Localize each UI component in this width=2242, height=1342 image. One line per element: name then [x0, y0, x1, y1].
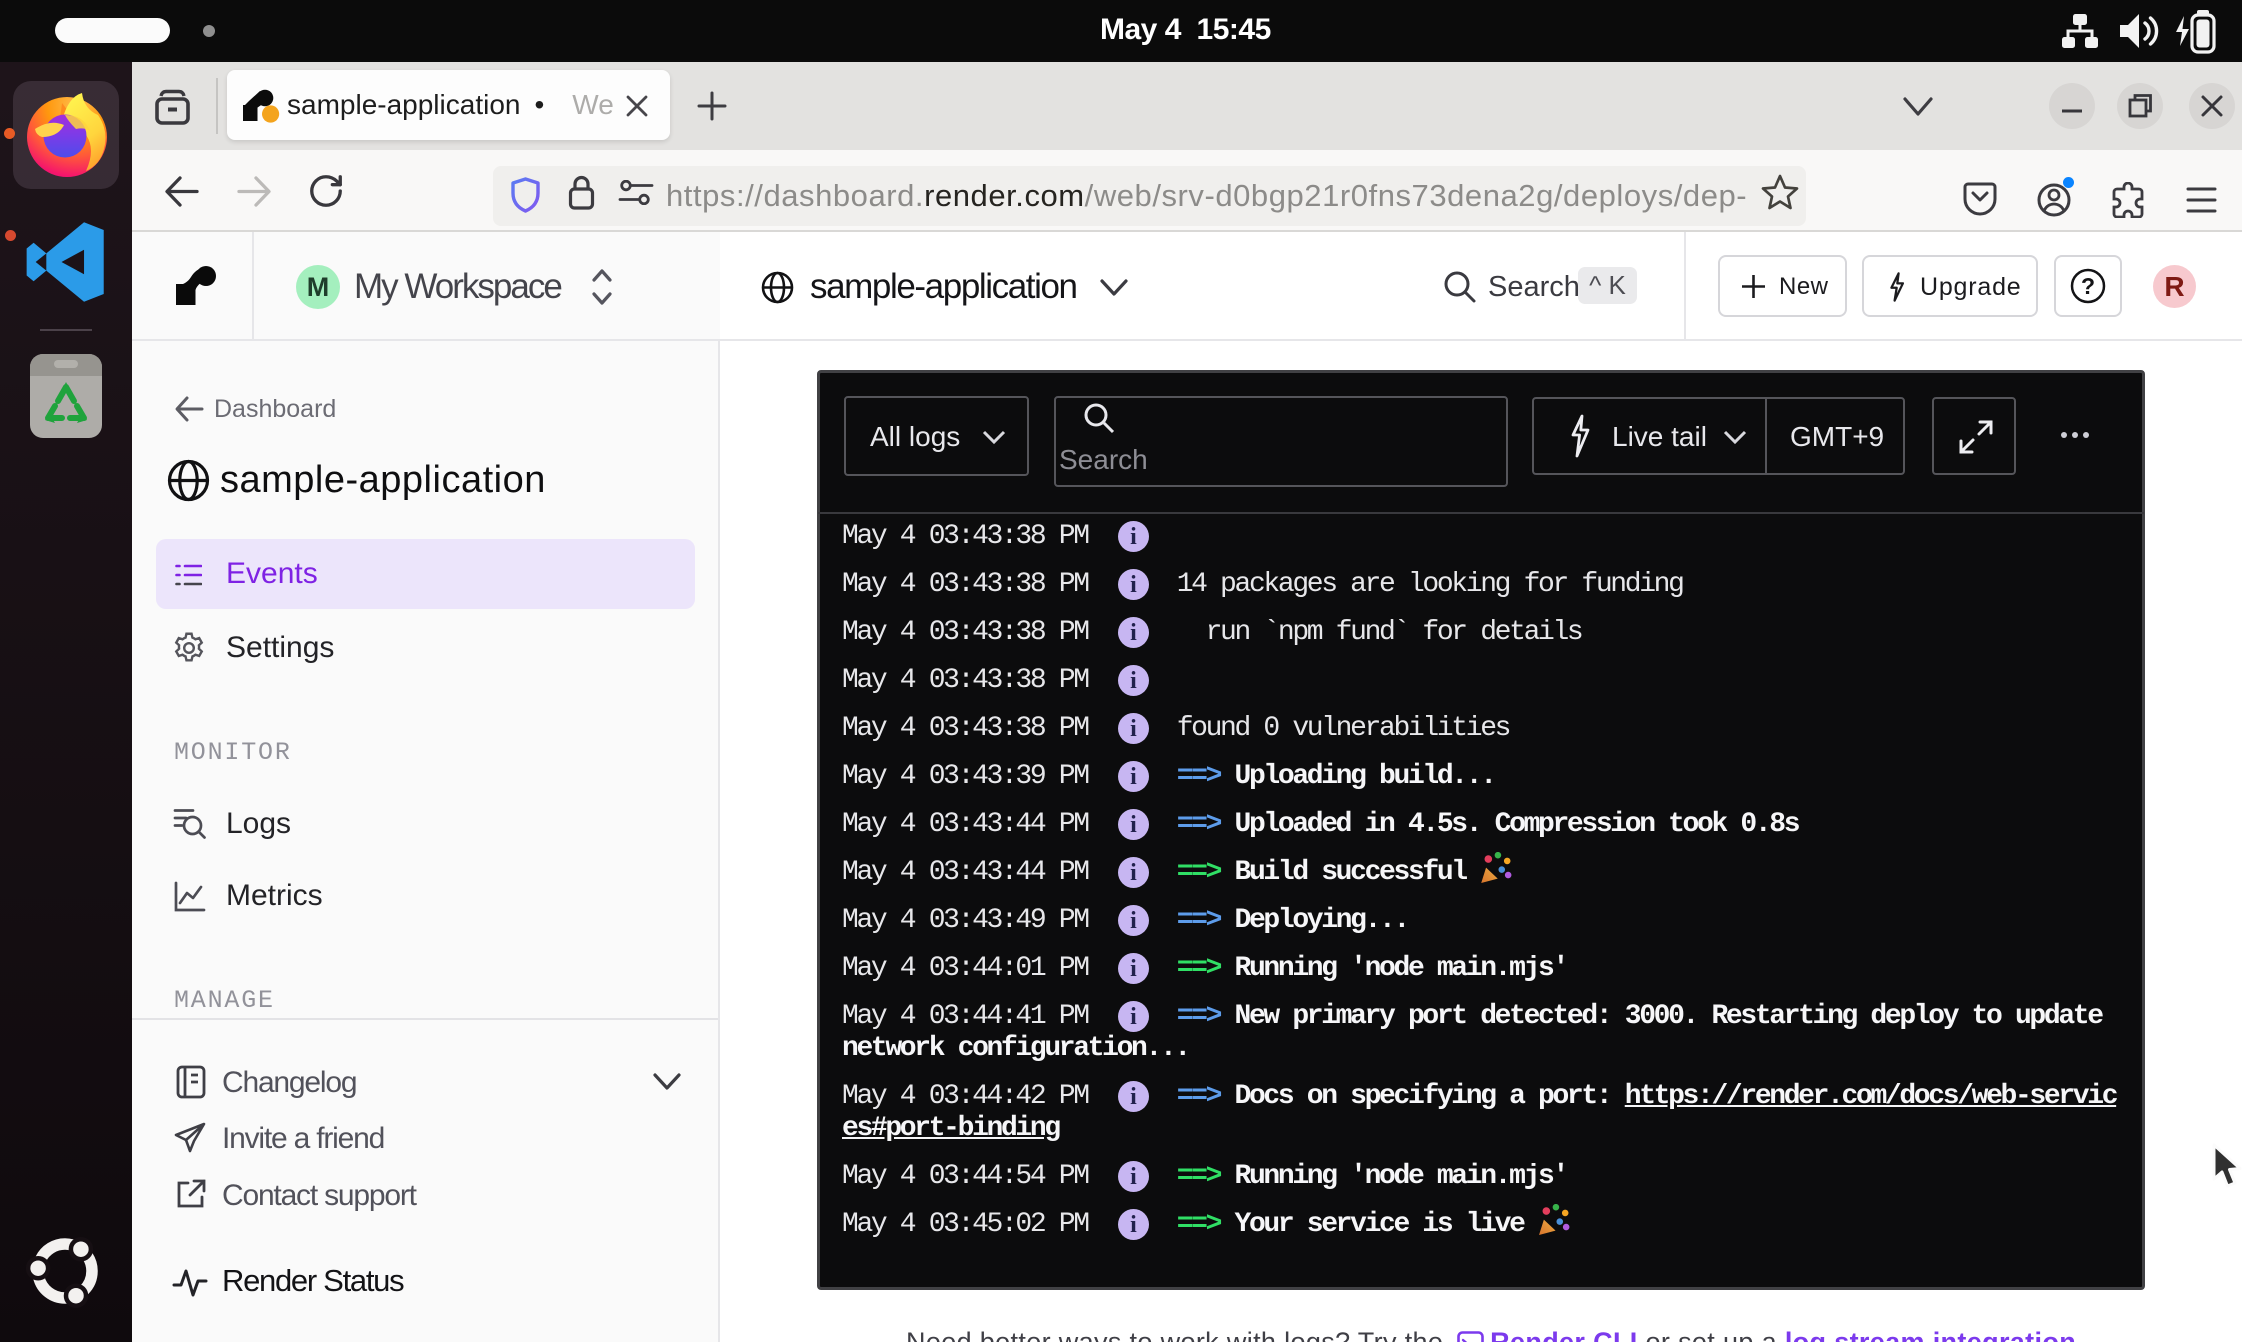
svg-text:?: ?: [2081, 273, 2095, 299]
